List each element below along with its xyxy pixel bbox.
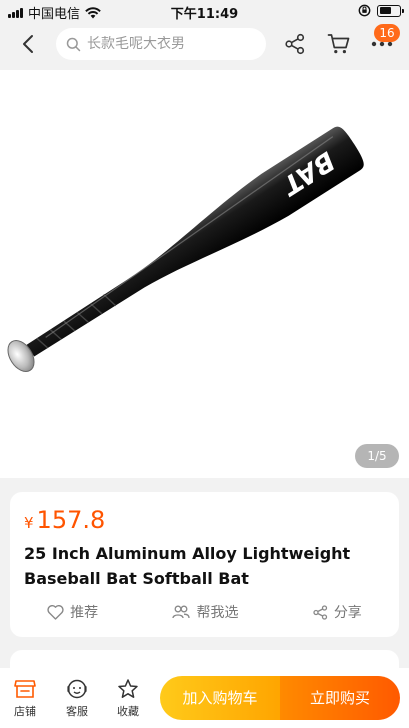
- buy-now-button[interactable]: 立即购买: [280, 676, 400, 720]
- service-label: 客服: [66, 705, 88, 718]
- bottom-action-bar: 店铺 客服 收藏 加入购物车 立即购买: [0, 668, 409, 728]
- status-right: [358, 4, 404, 17]
- share-icon: [313, 604, 327, 620]
- shopping-cart-icon: [327, 34, 350, 54]
- share-icon: [285, 33, 305, 55]
- customer-service-tab[interactable]: 客服: [57, 678, 97, 719]
- price-value: 157.8: [36, 506, 106, 534]
- share-label: 分享: [333, 605, 362, 621]
- search-input[interactable]: [87, 36, 257, 52]
- heart-icon: [47, 604, 64, 620]
- share-product-button[interactable]: 分享: [313, 602, 362, 622]
- chevron-left-icon: [23, 35, 33, 53]
- people-icon: [172, 605, 191, 619]
- help-choose-button[interactable]: 帮我选: [172, 602, 238, 622]
- recommend-button[interactable]: 推荐: [47, 602, 98, 622]
- customer-service-icon: [67, 679, 87, 699]
- top-nav: 16: [0, 24, 409, 70]
- product-info-card: ¥ 157.8 25 Inch Aluminum Alloy Lightweig…: [10, 492, 399, 637]
- cart-count-badge: 16: [374, 24, 400, 42]
- currency-symbol: ¥: [24, 514, 34, 532]
- recommend-label: 推荐: [70, 605, 99, 621]
- product-image-gallery[interactable]: BAT 1/5: [0, 70, 409, 478]
- product-image: BAT: [7, 126, 364, 373]
- cart-button[interactable]: [325, 30, 353, 58]
- status-time: 下午11:49: [170, 7, 239, 22]
- search-bar[interactable]: [56, 28, 266, 60]
- star-icon: [118, 679, 138, 698]
- favorite-tab[interactable]: 收藏: [108, 678, 148, 719]
- search-icon: [66, 37, 81, 51]
- add-to-cart-button[interactable]: 加入购物车: [160, 676, 280, 720]
- back-button[interactable]: [14, 30, 42, 58]
- favorite-label: 收藏: [117, 705, 139, 718]
- help-choose-label: 帮我选: [196, 605, 239, 621]
- store-tab[interactable]: 店铺: [5, 678, 45, 719]
- image-pager-indicator: 1/5: [355, 444, 399, 468]
- share-button[interactable]: [281, 30, 309, 58]
- store-icon: [14, 680, 36, 698]
- price: ¥ 157.8: [24, 506, 105, 534]
- battery-icon: [377, 4, 404, 17]
- status-bar: 中国电信 下午11:49: [0, 0, 409, 24]
- orientation-lock-icon: [358, 4, 371, 17]
- store-label: 店铺: [14, 705, 36, 718]
- product-actions: 推荐 帮我选 分享: [10, 602, 399, 622]
- product-title: 25 Inch Aluminum Alloy Lightweight Baseb…: [24, 544, 351, 588]
